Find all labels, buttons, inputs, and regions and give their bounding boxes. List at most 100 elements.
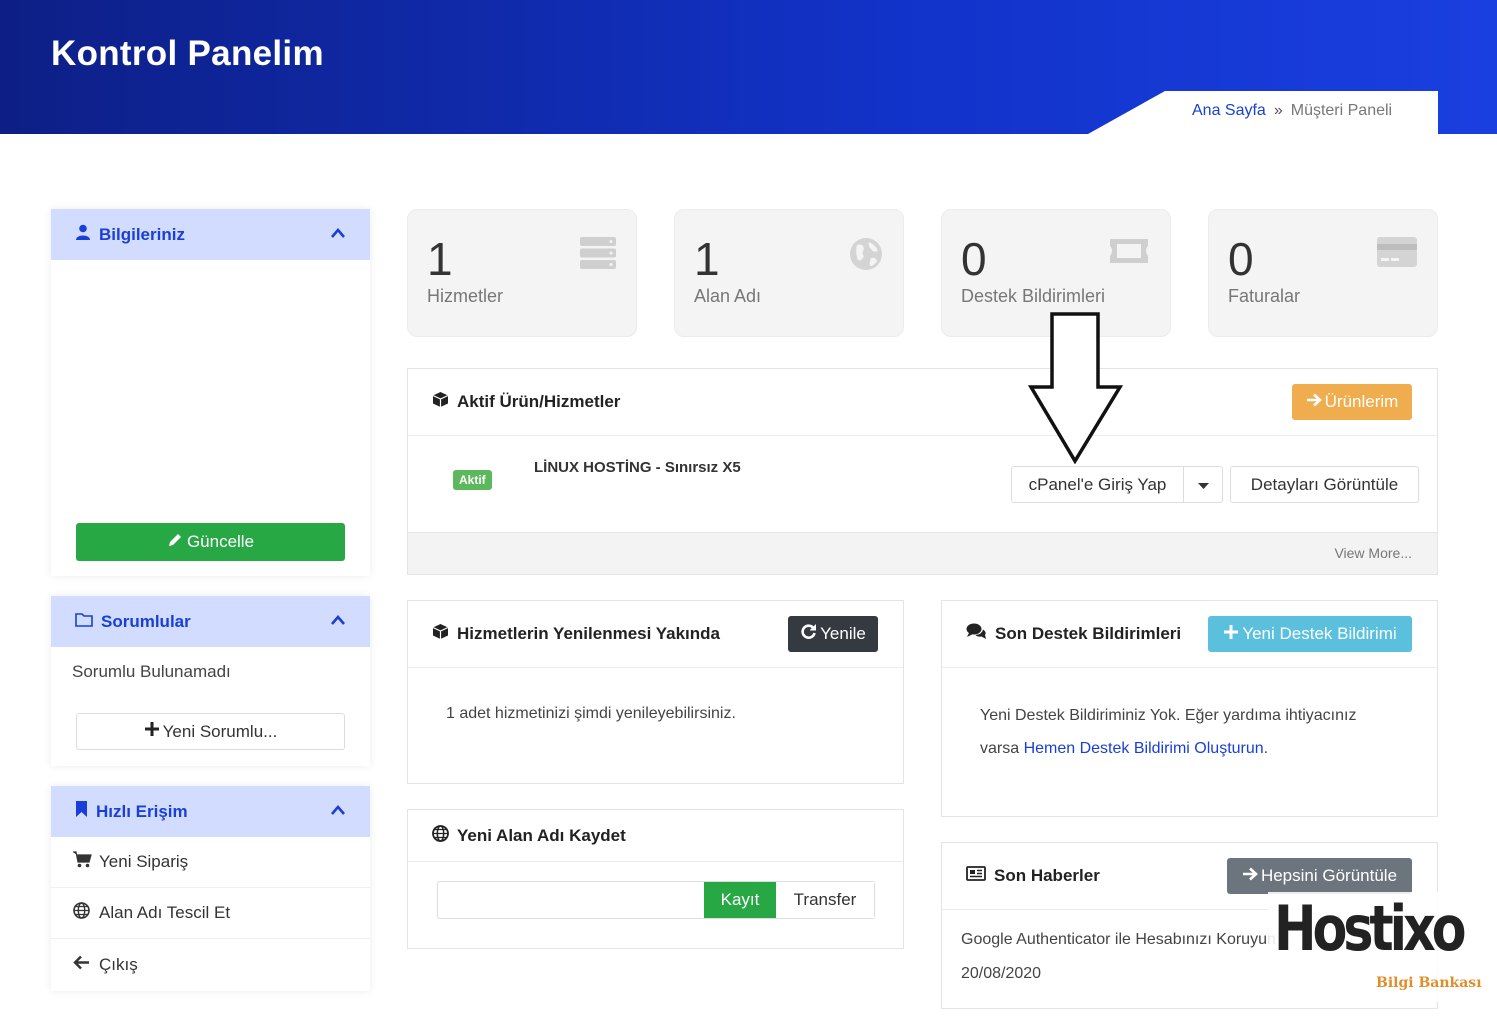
- plus-icon: [144, 721, 160, 742]
- news-item-title[interactable]: Google Authenticator ile Hesabınızı Koru…: [961, 931, 1276, 949]
- folder-icon: [75, 612, 93, 632]
- tickets-card: Son Destek Bildirimleri Yeni Destek Bild…: [941, 600, 1438, 817]
- server-icon: [580, 237, 616, 274]
- ticket-icon: [1108, 237, 1150, 270]
- my-products-button[interactable]: Ürünlerim: [1292, 384, 1412, 420]
- chevron-up-icon[interactable]: [330, 613, 346, 631]
- update-button-label: Güncelle: [186, 532, 255, 551]
- comments-icon: [966, 623, 987, 645]
- stat-value: 1: [427, 233, 453, 285]
- arrow-right-icon: [1306, 392, 1322, 412]
- arrow-right-icon: [1242, 866, 1258, 886]
- renew-button-label: Yenile: [820, 624, 866, 643]
- plus-icon: [1223, 624, 1239, 645]
- contacts-panel-header[interactable]: Sorumlular: [51, 596, 370, 647]
- view-details-button[interactable]: Detayları Görüntüle: [1230, 466, 1419, 503]
- renewals-title: Hizmetlerin Yenilenmesi Yakında: [457, 624, 720, 643]
- credit-card-icon: [1377, 237, 1417, 272]
- view-all-news-button[interactable]: Hepsini Görüntüle: [1227, 858, 1412, 894]
- active-services-header: Aktif Ürün/Hizmetler Ürünlerim: [408, 369, 1437, 436]
- stat-tile-invoices[interactable]: 0 Faturalar: [1208, 209, 1438, 337]
- quick-link-new-order[interactable]: Yeni Sipariş: [51, 837, 370, 888]
- renewals-card: Hizmetlerin Yenilenmesi Yakında Yenile 1…: [407, 600, 904, 784]
- cube-icon: [432, 623, 449, 645]
- quick-access-title: Hızlı Erişim: [96, 801, 188, 821]
- cpanel-dropdown-toggle[interactable]: [1184, 467, 1222, 502]
- tickets-text: Yeni Destek Bildiriminiz Yok. Eğer yardı…: [980, 699, 1400, 765]
- stat-tile-domains[interactable]: 1 Alan Adı: [674, 209, 904, 337]
- view-all-news-label: Hepsini Görüntüle: [1260, 866, 1398, 885]
- stat-value: 0: [961, 233, 987, 285]
- register-domain-button[interactable]: Kayıt: [704, 882, 776, 918]
- page-title: Kontrol Panelim: [51, 34, 324, 73]
- news-item-date: 20/08/2020: [961, 965, 1042, 982]
- info-panel-title: Bilgileriniz: [99, 224, 185, 244]
- stat-value: 0: [1228, 233, 1254, 285]
- chevron-up-icon[interactable]: [330, 226, 346, 244]
- stat-label: Alan Adı: [694, 286, 762, 306]
- quick-access-panel: Hızlı Erişim Yeni Sipariş Alan Adı Tesci…: [51, 786, 370, 991]
- user-icon: [75, 224, 91, 245]
- breadcrumb: Ana Sayfa » Müşteri Paneli: [1192, 102, 1392, 120]
- info-panel: Bilgileriniz Güncelle: [51, 209, 370, 576]
- globe-icon: [849, 237, 883, 276]
- tickets-header: Son Destek Bildirimleri Yeni Destek Bild…: [942, 601, 1437, 668]
- new-ticket-button[interactable]: Yeni Destek Bildirimi: [1208, 616, 1412, 652]
- stat-label: Destek Bildirimleri: [961, 286, 1106, 306]
- breadcrumb-current: Müşteri Paneli: [1290, 102, 1393, 119]
- breadcrumb-home-link[interactable]: Ana Sayfa: [1192, 102, 1266, 119]
- info-panel-header[interactable]: Bilgileriniz: [51, 209, 370, 260]
- stat-label: Hizmetler: [427, 286, 504, 306]
- new-contact-button[interactable]: Yeni Sorumlu...: [76, 713, 345, 750]
- annotation-arrow-icon: [1028, 312, 1124, 464]
- quick-link-label: Yeni Sipariş: [99, 852, 189, 871]
- contacts-panel-title: Sorumlular: [101, 611, 191, 631]
- quick-access-header[interactable]: Hızlı Erişim: [51, 786, 370, 837]
- transfer-domain-button[interactable]: Transfer: [776, 882, 874, 918]
- contacts-panel: Sorumlular Sorumlu Bulunamadı Yeni Sorum…: [51, 596, 370, 766]
- globe-icon: [432, 824, 449, 847]
- active-services-title: Aktif Ürün/Hizmetler: [457, 392, 621, 411]
- bookmark-icon: [75, 801, 88, 822]
- no-contacts-text: Sorumlu Bulunamadı: [72, 662, 231, 681]
- my-products-label: Ürünlerim: [1324, 392, 1399, 411]
- renew-button[interactable]: Yenile: [788, 616, 878, 652]
- create-ticket-link[interactable]: Hemen Destek Bildirimi Oluşturun: [1024, 740, 1264, 757]
- logo-brand-text: Hostixo: [1274, 892, 1467, 965]
- hostixo-logo: Hostixo Bilgi Bankası: [1268, 892, 1488, 1002]
- status-badge: Aktif: [453, 470, 492, 490]
- view-more-link[interactable]: View More...: [1334, 545, 1412, 561]
- quick-link-logout[interactable]: Çıkış: [51, 939, 370, 990]
- new-ticket-label: Yeni Destek Bildirimi: [1242, 624, 1397, 643]
- cpanel-split-button: cPanel'e Giriş Yap: [1011, 466, 1223, 503]
- logo-tagline: Bilgi Bankası: [1376, 975, 1482, 991]
- domain-card: Yeni Alan Adı Kaydet Kayıt Transfer: [407, 809, 904, 949]
- quick-link-label: Alan Adı Tescil Et: [99, 903, 231, 922]
- renewals-header: Hizmetlerin Yenilenmesi Yakında Yenile: [408, 601, 903, 668]
- cpanel-login-button[interactable]: cPanel'e Giriş Yap: [1012, 467, 1184, 502]
- service-name[interactable]: LİNUX HOSTİNG - Sınırsız X5: [534, 459, 741, 476]
- news-title: Son Haberler: [994, 866, 1100, 885]
- domain-title: Yeni Alan Adı Kaydet: [457, 825, 626, 845]
- domain-search-group: Kayıt Transfer: [437, 881, 875, 919]
- stat-label: Faturalar: [1228, 286, 1301, 306]
- cube-icon: [432, 391, 449, 413]
- domain-header: Yeni Alan Adı Kaydet: [408, 810, 903, 862]
- quick-link-label: Çıkış: [99, 954, 138, 974]
- tickets-title: Son Destek Bildirimleri: [995, 624, 1182, 643]
- active-services-footer: View More...: [408, 532, 1437, 574]
- stat-value: 1: [694, 233, 720, 285]
- arrow-left-icon: [73, 955, 99, 975]
- chevron-up-icon[interactable]: [330, 803, 346, 821]
- stat-tile-services[interactable]: 1 Hizmetler: [407, 209, 637, 337]
- breadcrumb-separator: »: [1273, 102, 1283, 119]
- cart-icon: [73, 851, 99, 873]
- pencil-icon: [167, 532, 183, 553]
- active-services-card: Aktif Ürün/Hizmetler Ürünlerim Aktif LİN…: [407, 368, 1438, 575]
- quick-link-domain-register[interactable]: Alan Adı Tescil Et: [51, 888, 370, 939]
- update-button[interactable]: Güncelle: [76, 523, 345, 561]
- domain-search-input[interactable]: [438, 882, 704, 918]
- globe-icon: [73, 902, 99, 924]
- renewals-text: 1 adet hizmetinizi şimdi yenileyebilirsi…: [446, 705, 736, 722]
- refresh-icon: [800, 623, 817, 645]
